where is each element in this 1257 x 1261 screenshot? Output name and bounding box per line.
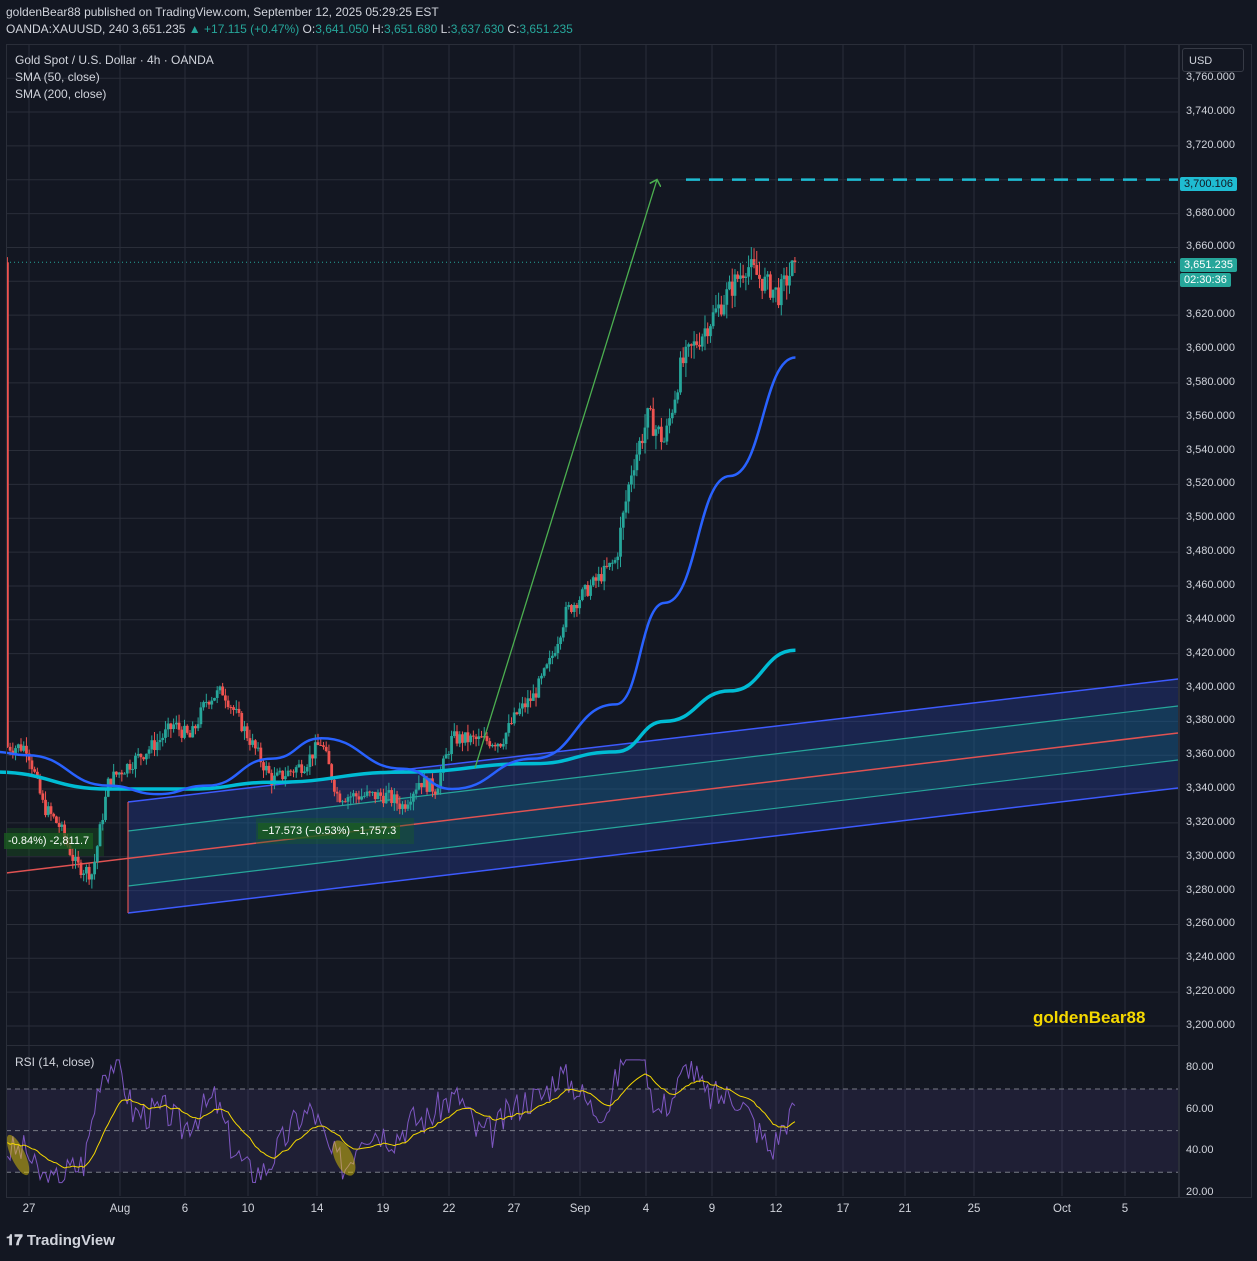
last-price-tag: 3,651.235 [1180,258,1237,272]
time-tick-label: 9 [708,1203,716,1215]
rsi-tick-label: 60.00 [1186,1102,1214,1115]
time-tick-label: 14 [310,1203,324,1215]
target-price-tag: 3,700.106 [1180,177,1237,191]
measure-label-middle: −17.573 (−0.53%) −1,757.3 [258,823,401,839]
price-tick-label: 3,520.000 [1186,477,1235,490]
legend-title: Gold Spot / U.S. Dollar · 4h · OANDA [15,53,214,67]
price-tick-label: 3,340.000 [1186,782,1235,795]
tradingview-logo-icon: 𝟏𝟕 [6,1232,27,1249]
time-tick-label: 21 [898,1203,912,1215]
price-tick-label: 3,500.000 [1186,511,1235,524]
author-watermark: goldenBear88 [1033,1008,1146,1027]
price-tick-label: 3,260.000 [1186,917,1235,930]
rsi-pane-border [6,1045,1180,1198]
time-tick-label: 25 [967,1203,981,1215]
time-tick-label: 22 [442,1203,456,1215]
price-tick-label: 3,600.000 [1186,342,1235,354]
price-tick-label: 3,680.000 [1186,206,1235,219]
tradingview-logo-text: TradingView [26,1232,115,1249]
time-tick-label: 17 [836,1203,850,1215]
time-tick-label: Sep [569,1203,591,1215]
price-tick-label: 3,540.000 [1186,443,1235,456]
time-tick-label: 5 [1121,1203,1129,1215]
time-tick-label: 4 [642,1203,650,1215]
price-tick-label: 3,400.000 [1186,680,1235,693]
price-tick-label: 3,280.000 [1186,883,1235,896]
legend-sma200[interactable]: SMA (200, close) [15,87,106,101]
rsi-tick-label: 20.00 [1186,1186,1214,1198]
time-tick-label: 27 [22,1203,36,1215]
time-tick-label: 27 [507,1203,521,1215]
price-tick-label: 3,560.000 [1186,409,1235,422]
price-tick-label: 3,360.000 [1186,748,1235,761]
time-tick-label: 12 [769,1203,783,1215]
tradingview-logo[interactable]: 𝟏𝟕 TradingView [6,1232,115,1249]
rsi-tick-label: 40.00 [1186,1144,1214,1157]
measure-label-left: -0.84%) -2,811.7 [4,833,94,849]
price-tick-label: 3,320.000 [1186,815,1235,828]
time-tick-label: Aug [109,1203,131,1215]
rsi-tick-label: 80.00 [1186,1061,1214,1074]
price-tick-label: 3,760.000 [1186,71,1235,84]
legend-sma50[interactable]: SMA (50, close) [15,70,100,84]
price-tick-label: 3,720.000 [1186,138,1235,151]
price-tick-label: 3,460.000 [1186,578,1235,591]
rsi-title: RSI (14, close) [15,1055,95,1069]
price-tick-label: 3,480.000 [1186,545,1235,558]
price-tick-label: 3,420.000 [1186,646,1235,659]
countdown-tag: 02:30:36 [1180,273,1231,287]
price-tick-label: 3,220.000 [1186,985,1235,998]
time-tick-label: 19 [376,1203,390,1215]
price-tick-label: 3,240.000 [1186,951,1235,964]
time-tick-label: 6 [181,1203,189,1215]
price-tick-label: 3,580.000 [1186,375,1235,388]
price-tick-label: 3,200.000 [1186,1019,1235,1031]
price-tick-label: 3,740.000 [1186,105,1235,118]
price-tick-label: 3,660.000 [1186,240,1235,253]
price-tick-label: 3,620.000 [1186,308,1235,321]
price-tick-label: 3,440.000 [1186,612,1235,625]
time-tick-label: Oct [1053,1203,1071,1215]
price-pane-border [6,44,1180,1046]
price-tick-label: 3,300.000 [1186,849,1235,862]
currency-button[interactable]: USD [1182,48,1244,72]
price-tick-label: 3,380.000 [1186,714,1235,727]
time-tick-label: 10 [241,1203,255,1215]
